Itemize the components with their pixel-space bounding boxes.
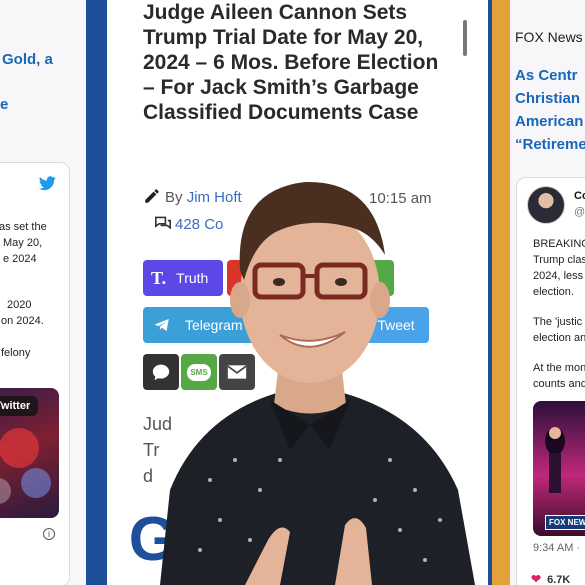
left-news-panel: Gold, a e as set the May 20, e 2024 2020…	[0, 0, 86, 585]
avatar[interactable]	[527, 186, 565, 224]
tweet-text-line: felony	[1, 347, 31, 359]
blue-frame-left	[86, 0, 107, 585]
left-headline-link-2[interactable]: e	[0, 96, 8, 113]
left-headline-link[interactable]: Gold, a	[2, 51, 53, 68]
tweet-text-line: on 2024.	[1, 315, 44, 327]
tweet-text-line: counts and	[533, 378, 585, 390]
tweet-author-handle: @C	[574, 206, 585, 218]
right-headline-link[interactable]: As Centr	[515, 64, 578, 87]
scrollbar[interactable]	[463, 20, 467, 56]
tweet-text-line: Trump clas	[533, 254, 585, 266]
twitter-badge: Twitter	[0, 396, 39, 416]
info-icon[interactable]: i	[43, 528, 55, 540]
tweet-text-line: as set the	[0, 221, 47, 233]
article-headline: Judge Aileen Cannon Sets Trump Trial Dat…	[143, 1, 439, 124]
tweet-text-line: election.	[533, 286, 574, 298]
tweet-likes[interactable]: ❤ 6.7K	[531, 572, 570, 585]
tweet-text-line: 2020	[7, 299, 32, 311]
tweet-author-name[interactable]: Co	[574, 190, 585, 202]
right-headline-link[interactable]: Christian	[515, 87, 580, 110]
tweet-text-line: At the mon	[533, 362, 585, 374]
heart-icon: ❤	[531, 572, 542, 585]
tweet-text-line: 2024, less	[533, 270, 584, 282]
right-headline-link[interactable]: “Retireme	[515, 133, 585, 156]
fox-news-badge: FOX NEWS	[545, 515, 585, 530]
likes-count: 6.7K	[547, 574, 571, 585]
twitter-icon	[38, 176, 56, 191]
tweet-text-line: e 2024	[3, 253, 37, 265]
tweet-text-line: The 'justic	[533, 316, 583, 328]
tweet-timestamp: 9:34 AM ·	[533, 542, 581, 554]
tweet-video-thumbnail-right[interactable]: FOX NEWS	[533, 401, 585, 536]
tweet-video-thumbnail[interactable]: Twitter	[0, 388, 59, 518]
tweet-text-line: election an	[533, 332, 585, 344]
right-headline-link[interactable]: American	[515, 110, 583, 133]
source-header: FOX News	[515, 29, 583, 45]
embedded-tweet-card-right[interactable]: Co @C BREAKING Trump clas 2024, less ele…	[516, 177, 585, 585]
embedded-tweet-card[interactable]: as set the May 20, e 2024 2020 on 2024. …	[0, 162, 70, 585]
presenter-person	[160, 181, 475, 585]
tweet-text-line: BREAKING	[533, 238, 585, 250]
gold-frame	[492, 0, 510, 585]
tweet-text-line: May 20,	[3, 237, 43, 249]
right-news-panel: FOX News As Centr Christian American “Re…	[510, 0, 585, 585]
